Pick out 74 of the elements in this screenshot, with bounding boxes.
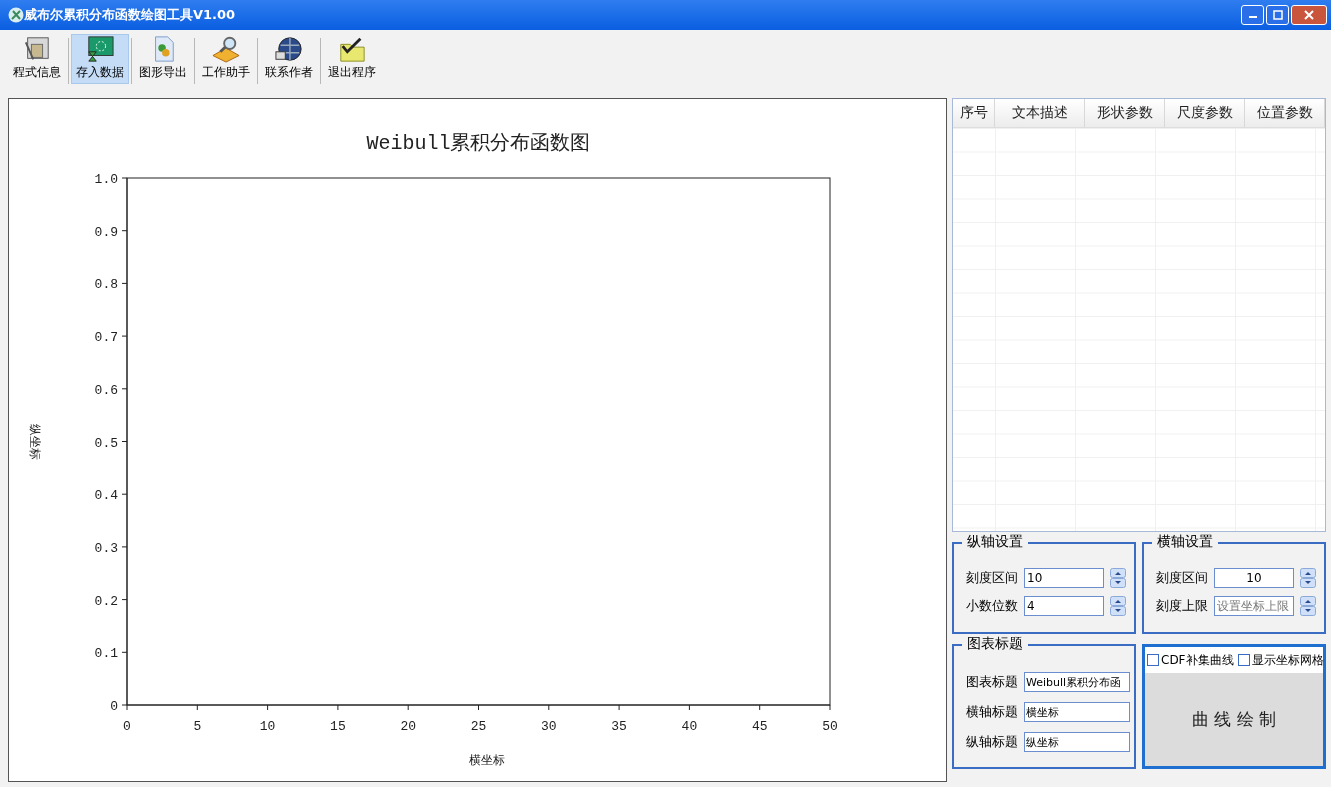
x-tick-label: 30 [541, 719, 557, 734]
group-title: 纵轴设置 [962, 533, 1028, 551]
field-label: 小数位数 [966, 597, 1018, 615]
group-title: 图表标题 [962, 635, 1028, 653]
checkbox-option[interactable]: 显示坐标网格 [1237, 651, 1324, 669]
x-tick-label: 5 [193, 719, 202, 734]
column-header[interactable]: 位置参数 [1245, 99, 1325, 127]
column-header[interactable]: 文本描述 [995, 99, 1086, 127]
y-tick-label: 0.7 [94, 330, 118, 346]
y-tick-label: 0.2 [94, 593, 118, 609]
x-tick-label: 35 [611, 719, 627, 734]
x-tick-label: 45 [751, 719, 768, 734]
column-header[interactable]: 尺度参数 [1165, 99, 1246, 127]
x-tick-label: 10 [259, 719, 276, 734]
toolbar-button[interactable]: 工作助手 [197, 34, 255, 84]
checkbox[interactable] [1237, 654, 1250, 666]
spin-button[interactable] [1110, 568, 1126, 588]
x-axis-title: 横坐标 [468, 753, 505, 767]
y-tick-label: 0.9 [94, 224, 118, 240]
input-field[interactable]: 横坐标 [1024, 702, 1130, 722]
x-tick-label: 40 [681, 719, 698, 734]
input-field[interactable]: 10 [1214, 568, 1294, 588]
y-tick-label: 1.0 [94, 172, 118, 187]
field-label: 横轴标题 [966, 703, 1018, 721]
column-header[interactable]: 序号 [953, 99, 996, 127]
window-title: 威布尔累积分布函数绘图工具V1.00 [24, 6, 237, 24]
globe-icon [273, 35, 305, 63]
toolbar-button[interactable]: 联系作者 [260, 34, 318, 84]
input-field[interactable]: 设置坐标上限 [1214, 596, 1294, 616]
toolbar-button[interactable]: 程式信息 [8, 34, 66, 84]
field-label: 刻度区间 [966, 569, 1018, 587]
spin-button[interactable] [1300, 596, 1316, 616]
minimize-button[interactable] [1241, 5, 1264, 25]
y-tick-label: 0.8 [94, 277, 118, 293]
y-tick-label: 0 [110, 699, 118, 714]
group-title: 横轴设置 [1152, 533, 1218, 551]
toolbar-button[interactable]: 存入数据 [71, 34, 129, 84]
x-tick-label: 50 [822, 719, 838, 734]
toolbar-button[interactable]: 退出程序 [323, 34, 381, 84]
input-field[interactable]: 纵坐标 [1024, 732, 1130, 752]
x-tick-label: 15 [330, 719, 346, 734]
x-tick-label: 20 [400, 719, 416, 734]
y-axis-title: 纵坐标 [28, 423, 42, 460]
field-label: 刻度区间 [1156, 569, 1208, 587]
field-label: 刻度上限 [1156, 597, 1208, 615]
spin-button[interactable] [1300, 568, 1316, 588]
x-tick-label: 0 [123, 719, 131, 734]
input-field[interactable]: 4 [1024, 596, 1104, 616]
y-tick-label: 0.4 [94, 488, 118, 504]
checkbox[interactable] [1147, 654, 1159, 666]
spin-button[interactable] [1110, 596, 1126, 616]
field-label: 图表标题 [966, 673, 1018, 691]
spin-arrows-icon [1110, 568, 1126, 588]
spin-arrows-icon [1300, 596, 1316, 616]
close-icon [1304, 10, 1314, 20]
checkbox-option[interactable]: CDF补集曲线 [1147, 651, 1234, 669]
spin-arrows-icon [1300, 568, 1316, 588]
app-icon [8, 7, 24, 23]
y-tick-label: 0.6 [94, 382, 118, 398]
column-header[interactable]: 形状参数 [1085, 99, 1166, 127]
input-field[interactable]: 10 [1024, 568, 1104, 588]
maximize-icon [1272, 10, 1283, 20]
input-field[interactable]: Weibull累积分布函 [1024, 672, 1130, 692]
y-tick-label: 0.1 [94, 646, 118, 662]
x-tick-label: 25 [470, 719, 487, 734]
close-button[interactable] [1291, 5, 1327, 25]
y-tick-label: 0.3 [94, 540, 118, 556]
toolbar-button[interactable]: 图形导出 [134, 34, 192, 84]
chart-title: Weibull累积分布函数图 [366, 132, 591, 155]
spin-arrows-icon [1110, 596, 1126, 616]
maximize-button[interactable] [1266, 5, 1289, 25]
y-tick-label: 0.5 [94, 435, 118, 451]
magnifier-icon [210, 35, 242, 63]
field-label: 纵轴标题 [966, 733, 1018, 751]
